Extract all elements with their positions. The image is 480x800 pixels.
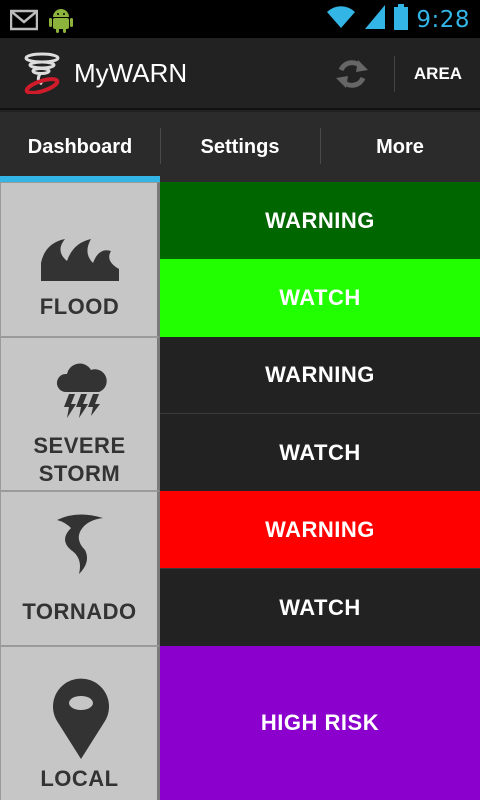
gmail-icon (9, 9, 39, 36)
tab-dashboard[interactable]: Dashboard (0, 112, 160, 182)
category-severe-storm[interactable]: SEVERE STORM (0, 337, 160, 491)
status-tornado-watch[interactable]: WATCH (160, 568, 480, 646)
category-label-line1: SEVERE (33, 433, 126, 458)
battery-icon (394, 4, 409, 35)
status-flood-warning[interactable]: WARNING (160, 182, 480, 259)
area-button[interactable]: AREA (396, 38, 480, 110)
tornado-logo-icon[interactable] (22, 52, 62, 95)
action-bar: MyWARN AREA (0, 38, 480, 110)
category-label-line2: STORM (38, 461, 121, 486)
category-flood[interactable]: FLOOD (0, 182, 160, 337)
storm-cloud-icon (55, 362, 107, 423)
status-bar: 9:28 (0, 0, 480, 38)
clock: 9:28 (416, 6, 470, 33)
dashboard-grid: FLOOD WARNING WATCH SEVERE STORM WARNING… (0, 182, 480, 800)
category-label: LOCAL (40, 766, 119, 791)
signal-icon (364, 4, 386, 35)
flood-wave-icon (39, 235, 121, 288)
status-storm-watch[interactable]: WATCH (160, 414, 480, 491)
refresh-icon[interactable] (332, 54, 372, 94)
app-title: MyWARN (74, 58, 188, 88)
category-tornado[interactable]: TORNADO (0, 491, 160, 646)
status-local-high-risk[interactable]: HIGH RISK (160, 646, 480, 800)
tornado-icon (53, 512, 107, 581)
tab-bar: Dashboard Settings More (0, 112, 480, 182)
status-flood-watch[interactable]: WATCH (160, 259, 480, 337)
category-local[interactable]: LOCAL (0, 646, 160, 800)
category-label: FLOOD (39, 294, 120, 319)
tab-more[interactable]: More (320, 112, 480, 182)
map-pin-icon (43, 675, 119, 764)
android-icon (48, 6, 74, 39)
wifi-icon (326, 4, 356, 35)
category-label: TORNADO (22, 599, 137, 624)
tab-settings[interactable]: Settings (160, 112, 320, 182)
status-storm-warning[interactable]: WARNING (160, 337, 480, 414)
status-tornado-warning[interactable]: WARNING (160, 491, 480, 568)
action-bar-divider (394, 56, 395, 92)
